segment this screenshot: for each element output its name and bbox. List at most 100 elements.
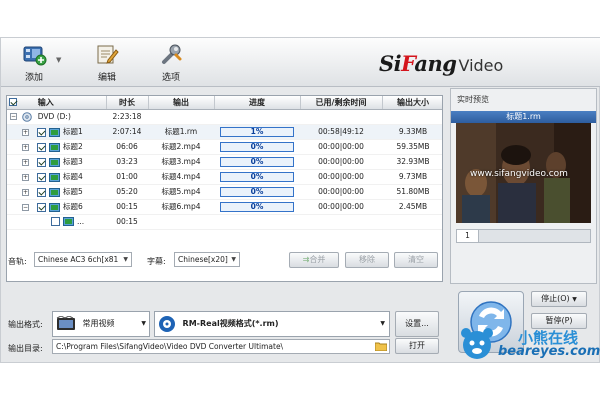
preview-file-name: 标题1.rm <box>451 111 596 123</box>
column-header-time[interactable]: 已用/剩余时间 <box>300 96 383 110</box>
merge-button[interactable]: ⇉合并 <box>289 252 339 268</box>
audio-track-select[interactable]: Chinese AC3 6ch[x81 ▼ <box>34 252 132 267</box>
dvd-disc-icon <box>22 111 33 122</box>
column-header-progress[interactable]: 进度 <box>214 96 301 110</box>
title-output-name[interactable]: 标题4.mp4 <box>148 169 214 185</box>
table-row[interactable]: + 标题4 01:00 标题4.mp4 0% 00:00|00:00 9.73MB <box>7 169 442 185</box>
progress-cell: 0% <box>214 154 300 170</box>
row-checkbox[interactable] <box>37 142 46 152</box>
select-all-checkbox[interactable] <box>9 98 17 107</box>
preview-panel: 实时预览 标题1.rm www.sifangvideo.com 1 <box>450 88 597 284</box>
table-row-dvd[interactable]: − DVD (D:) 2:23:18 <box>7 109 442 125</box>
elapsed-remaining-time: 00:00|00:00 <box>300 169 382 185</box>
chevron-down-icon: ▼ <box>141 320 146 327</box>
folder-icon[interactable] <box>375 342 387 351</box>
row-checkbox[interactable] <box>37 127 46 137</box>
expand-icon[interactable]: + <box>22 143 29 151</box>
expand-icon[interactable]: + <box>22 128 29 136</box>
collapse-icon[interactable]: − <box>10 113 17 120</box>
expand-icon[interactable]: + <box>22 173 29 181</box>
audio-track-label: 音轨: <box>8 257 27 266</box>
row-checkbox[interactable] <box>37 172 46 182</box>
progress-bar: 0% <box>220 201 294 212</box>
title-duration: 00:15 <box>106 199 148 215</box>
progress-bar: 0% <box>220 171 294 182</box>
add-dropdown-arrow-icon[interactable]: ▼ <box>56 56 61 64</box>
preview-video-frame: www.sifangvideo.com <box>456 123 591 223</box>
progress-bar: 0% <box>220 186 294 197</box>
title-name: 标题2 <box>63 142 83 151</box>
stop-button[interactable]: 停止(O) ▼ <box>531 291 587 307</box>
progress-cell: 0% <box>214 169 300 185</box>
clear-button[interactable]: 清空 <box>394 252 438 268</box>
progress-cell: 0% <box>214 184 300 200</box>
dvd-duration: 2:23:18 <box>106 109 148 125</box>
title-name: 标题1 <box>63 127 83 136</box>
preview-watermark: www.sifangvideo.com <box>470 169 568 179</box>
edit-button[interactable]: 编辑 <box>88 41 126 85</box>
table-row-subitem[interactable]: ... 00:15 <box>7 214 442 230</box>
preview-page-number: 1 <box>457 230 479 242</box>
toolbar: 添加 ▼ 编辑 选项 SiFang Video <box>1 38 600 87</box>
title-output-name[interactable]: 标题3.mp4 <box>148 154 214 170</box>
column-header-input[interactable]: 输入 <box>7 96 107 110</box>
output-size: 2.45MB <box>382 199 442 215</box>
elapsed-remaining-time: 00:00|00:00 <box>300 154 382 170</box>
video-file-icon <box>49 142 60 152</box>
expand-icon[interactable]: + <box>22 158 29 166</box>
title-name: 标题3 <box>63 157 83 166</box>
elapsed-remaining-time: 00:58|49:12 <box>300 124 382 140</box>
edit-icon <box>97 45 119 64</box>
title-name: 标题5 <box>63 187 83 196</box>
output-size: 9.33MB <box>382 124 442 140</box>
video-file-icon <box>49 172 60 182</box>
output-format-select[interactable]: RM-Real视频格式(*.rm) ▼ <box>154 311 390 337</box>
chevron-down-icon: ▼ <box>572 296 577 303</box>
add-button[interactable]: 添加 <box>15 41 53 85</box>
output-dir-value: C:\Program Files\SifangVideo\Video DVD C… <box>56 342 284 351</box>
progress-cell: 0% <box>214 139 300 155</box>
elapsed-remaining-time: 00:00|00:00 <box>300 184 382 200</box>
video-file-icon <box>49 187 60 197</box>
title-output-name[interactable]: 标题1.rm <box>148 124 214 140</box>
options-button[interactable]: 选项 <box>152 41 190 85</box>
merge-label: 合并 <box>309 255 326 264</box>
title-output-name[interactable]: 标题5.mp4 <box>148 184 214 200</box>
output-dir-input[interactable]: C:\Program Files\SifangVideo\Video DVD C… <box>52 339 390 354</box>
video-file-icon <box>49 127 60 137</box>
chevron-down-icon: ▼ <box>380 320 385 327</box>
title-output-name[interactable]: 标题2.mp4 <box>148 139 214 155</box>
output-format-label: 输出格式: <box>8 320 43 329</box>
settings-button[interactable]: 设置... <box>395 311 439 337</box>
audio-track-value: Chinese AC3 6ch[x81 <box>38 255 119 264</box>
expand-icon[interactable]: + <box>22 188 29 196</box>
elapsed-remaining-time: 00:00|00:00 <box>300 199 382 215</box>
format-category-select[interactable]: 常用视频 ▼ <box>52 311 150 337</box>
table-row[interactable]: + 标题1 2:07:14 标题1.rm 1% 00:58|49:12 9.33MB <box>7 124 442 140</box>
table-row[interactable]: + 标题3 03:23 标题3.mp4 0% 00:00|00:00 32.93MB <box>7 154 442 170</box>
expand-icon[interactable]: − <box>22 203 29 211</box>
sifang-video-logo: SiFang Video <box>379 51 545 81</box>
preview-title: 实时预览 <box>457 95 489 104</box>
open-folder-button[interactable]: 打开 <box>395 338 439 354</box>
table-row[interactable]: − 标题6 00:15 标题6.mp4 0% 00:00|00:00 2.45MB <box>7 199 442 215</box>
table-header-row: 输入 时长 输出 进度 已用/剩余时间 输出大小 <box>7 96 442 110</box>
row-checkbox[interactable] <box>51 217 60 227</box>
column-header-size[interactable]: 输出大小 <box>382 96 442 110</box>
subtitle-select[interactable]: Chinese[x20] ▼ <box>174 252 240 267</box>
row-checkbox[interactable] <box>37 187 46 197</box>
preview-seek-slider[interactable]: 1 <box>456 229 591 243</box>
output-dir-label: 输出目录: <box>8 344 43 353</box>
table-row[interactable]: + 标题2 06:06 标题2.mp4 0% 00:00|00:00 59.35MB <box>7 139 442 155</box>
remove-button[interactable]: 移除 <box>345 252 389 268</box>
table-row[interactable]: + 标题5 05:20 标题5.mp4 0% 00:00|00:00 51.80MB <box>7 184 442 200</box>
row-checkbox[interactable] <box>37 157 46 167</box>
format-category-value: 常用视频 <box>82 319 115 328</box>
output-size: 9.73MB <box>382 169 442 185</box>
column-header-duration[interactable]: 时长 <box>106 96 149 110</box>
logo-text-post: ang <box>414 51 457 76</box>
column-header-output[interactable]: 输出 <box>148 96 215 110</box>
title-output-name[interactable]: 标题6.mp4 <box>148 199 214 215</box>
row-checkbox[interactable] <box>37 202 46 212</box>
add-label: 添加 <box>24 73 43 83</box>
